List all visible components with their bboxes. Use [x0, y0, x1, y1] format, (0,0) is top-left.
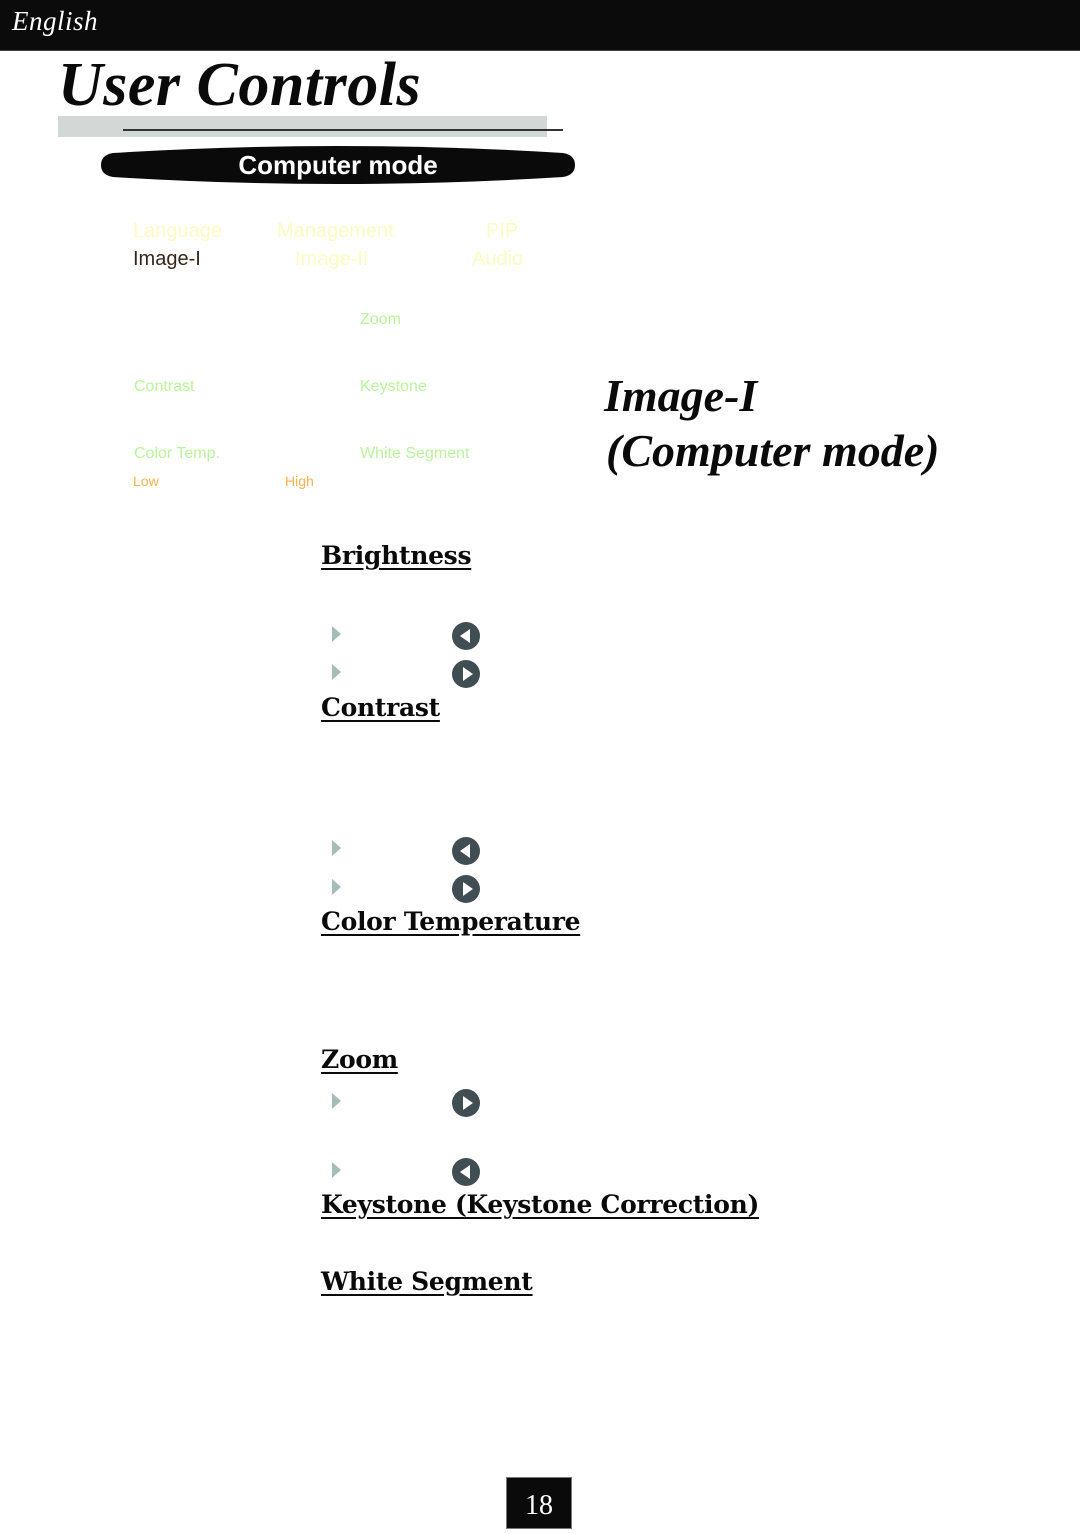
range-low-label: Low: [133, 473, 159, 489]
heading-keystone: Keystone (Keystone Correction): [321, 1190, 759, 1219]
right-arrow-button-icon: [452, 875, 480, 903]
top-bar: [0, 0, 1080, 51]
heading-contrast: Contrast: [321, 693, 440, 722]
bullet-icon: [332, 840, 341, 856]
left-arrow-button-icon: [452, 837, 480, 865]
left-arrow-button-icon: [452, 622, 480, 650]
heading-white-segment: White Segment: [321, 1267, 533, 1296]
tab-pip[interactable]: PIP: [486, 220, 518, 243]
title-underbar: [58, 116, 547, 137]
right-arrow-button-icon: [452, 1089, 480, 1117]
right-arrow-button-icon: [452, 660, 480, 688]
heading-color-temperature: Color Temperature: [321, 907, 581, 936]
mode-banner: Computer mode: [101, 145, 575, 185]
range-high-label: High: [285, 473, 314, 489]
bullet-icon: [332, 664, 341, 680]
tab-image-i[interactable]: Image-I: [133, 248, 201, 271]
bullet-icon: [332, 626, 341, 642]
bullet-icon: [332, 1093, 341, 1109]
heading-zoom: Zoom: [321, 1045, 398, 1074]
osd-item-zoom[interactable]: Zoom: [360, 311, 401, 329]
tab-management[interactable]: Management: [277, 220, 394, 243]
bullet-icon: [332, 879, 341, 895]
page-number: 18: [506, 1477, 572, 1529]
language-label: English: [12, 6, 99, 36]
osd-item-keystone[interactable]: Keystone: [360, 378, 427, 396]
page-title: User Controls: [58, 51, 422, 119]
section-title: Image-I: [604, 370, 758, 421]
bullet-icon: [332, 1162, 341, 1178]
tab-language[interactable]: Language: [133, 220, 222, 243]
tab-audio[interactable]: Audio: [472, 248, 523, 271]
tab-image-ii[interactable]: Image-II: [295, 248, 368, 271]
heading-brightness: Brightness: [321, 541, 472, 570]
left-arrow-button-icon: [452, 1158, 480, 1186]
osd-item-white-segment[interactable]: White Segment: [360, 445, 469, 463]
title-rule: [123, 129, 563, 131]
mode-banner-label: Computer mode: [238, 150, 438, 180]
osd-item-contrast[interactable]: Contrast: [134, 378, 194, 396]
section-subtitle: (Computer mode): [606, 425, 940, 476]
osd-item-color-temp[interactable]: Color Temp.: [134, 445, 220, 463]
